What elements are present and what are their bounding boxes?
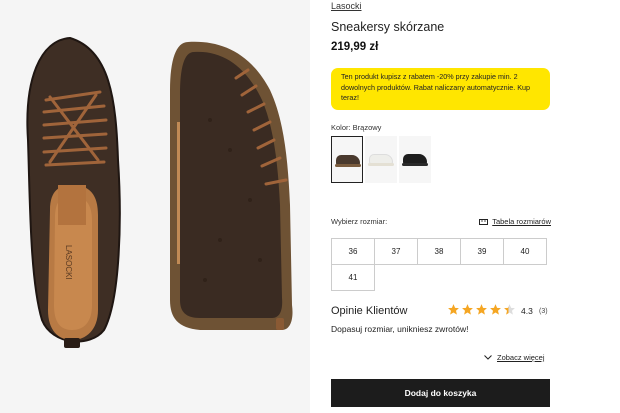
ruler-icon	[479, 218, 489, 225]
size-guide-label: Tabela rozmiarów	[492, 217, 551, 226]
fit-note: Dopasuj rozmiar, unikniesz zwrotów!	[331, 324, 469, 334]
size-option-36[interactable]: 36	[331, 238, 375, 265]
color-swatch-black[interactable]	[399, 136, 431, 183]
shoe-top-view: LASOCKI	[26, 36, 121, 348]
promo-banner: Ten produkt kupisz z rabatem -20% przy z…	[331, 68, 550, 110]
size-option-39[interactable]: 39	[460, 238, 504, 265]
size-row: 36 37 38 39 40	[331, 238, 550, 265]
color-swatch-brown[interactable]	[331, 136, 363, 183]
sole-icon	[335, 164, 361, 167]
rating-value: 4.3	[521, 306, 533, 316]
rating-count: (3)	[539, 308, 548, 315]
product-info-panel: Lasocki Sneakersy skórzane 219,99 zł Ten…	[331, 0, 620, 413]
color-swatch-white[interactable]	[365, 136, 397, 183]
size-option-40[interactable]: 40	[503, 238, 547, 265]
color-swatches	[331, 136, 431, 183]
sole-icon	[402, 163, 428, 166]
size-row: 41	[331, 264, 550, 291]
see-more-label: Zobacz więcej	[497, 353, 545, 362]
reviews-title: Opinie Klientów	[331, 305, 408, 317]
brand-link[interactable]: Lasocki	[331, 1, 362, 11]
size-grid: 36 37 38 39 40 41	[331, 238, 550, 291]
product-image[interactable]: LASOCKI	[0, 0, 310, 413]
see-more-link[interactable]: Zobacz więcej	[484, 353, 545, 362]
star-half-icon	[504, 304, 515, 315]
sneaker-photo: LASOCKI	[0, 0, 310, 413]
size-option-37[interactable]: 37	[374, 238, 418, 265]
star-icon	[448, 304, 459, 315]
size-option-38[interactable]: 38	[417, 238, 461, 265]
insole-brand-text: LASOCKI	[64, 245, 73, 280]
product-price: 219,99 zł	[331, 41, 379, 53]
product-title: Sneakersy skórzane	[331, 20, 445, 34]
size-label: Wybierz rozmiar:	[331, 217, 388, 226]
star-icon	[462, 304, 473, 315]
size-guide-link[interactable]: Tabela rozmiarów	[479, 217, 551, 226]
chevron-down-icon	[484, 355, 492, 360]
rating-stars[interactable]	[447, 303, 516, 316]
star-icon	[476, 304, 487, 315]
star-icon	[490, 304, 501, 315]
add-to-cart-button[interactable]: Dodaj do koszyka	[331, 379, 550, 407]
color-label: Kolor: Brązowy	[331, 123, 382, 132]
size-option-41[interactable]: 41	[331, 264, 375, 291]
sole-icon	[368, 163, 394, 166]
